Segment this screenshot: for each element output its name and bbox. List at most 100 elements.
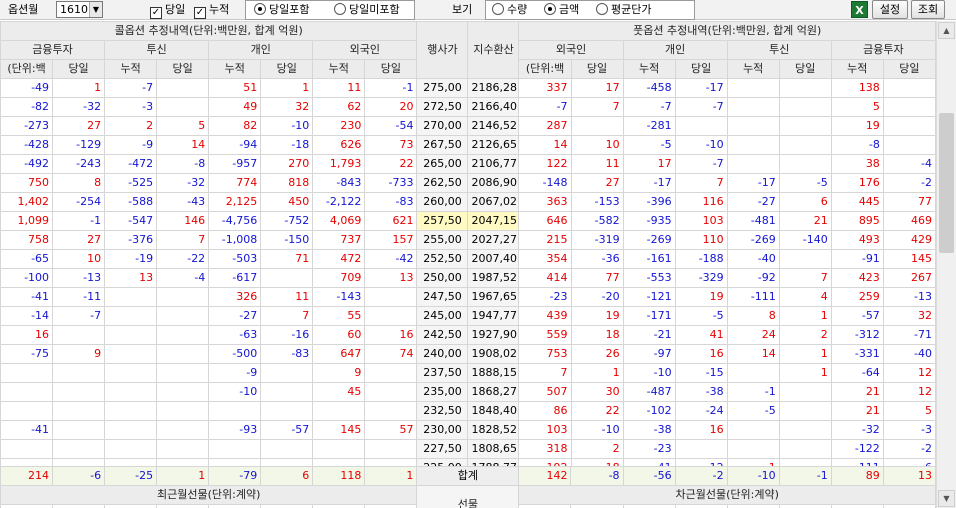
- table-row[interactable]: 232,50 1848,40 86 22 -102 -24 -5 21 5: [0, 401, 936, 421]
- put-subheader: 당일: [778, 59, 832, 79]
- put-cell: 18: [570, 458, 624, 466]
- query-button[interactable]: 조회: [911, 0, 945, 19]
- put-cell: 19: [570, 306, 624, 326]
- call-cell: 4,069: [312, 211, 366, 231]
- scroll-down-icon[interactable]: ▼: [938, 490, 955, 507]
- table-row[interactable]: -65 10 -19 -22 -503 71 472 -42 252,50 2007,40 354-…: [0, 249, 936, 269]
- put-cell: 646: [518, 211, 572, 231]
- call-subheader: 당일: [260, 59, 314, 79]
- put-cell: 21: [778, 211, 832, 231]
- call-cell: 818: [260, 173, 314, 193]
- total-put-cell: -56: [622, 466, 676, 486]
- table-row[interactable]: 225,001788,7719218-41-121 -111-6: [0, 458, 936, 466]
- call-cell: [104, 401, 158, 421]
- index-cell: 1987,52: [467, 268, 520, 288]
- put-cell: -10: [622, 363, 676, 383]
- summary-table: 214 -6 -25 1 -79 6 118 1 합계 142 -8 -56 -2 -10 -1 89 13 최근…: [0, 466, 936, 508]
- call-cell: [208, 458, 262, 466]
- put-cell: -27: [726, 192, 780, 212]
- call-cell: -57: [260, 420, 314, 440]
- radio-quantity-label: 수량: [507, 3, 528, 16]
- radio-amount[interactable]: 금액: [544, 2, 579, 18]
- put-cell: 1: [726, 458, 780, 466]
- day-checkbox[interactable]: ✓ 당일: [150, 2, 185, 19]
- put-cell: 19: [830, 116, 884, 136]
- call-cell: [52, 363, 106, 383]
- call-cell: 27: [52, 230, 106, 250]
- chevron-down-icon[interactable]: ▼: [89, 2, 102, 17]
- call-cell: [156, 363, 210, 383]
- table-row[interactable]: 227,50 1808,65 318 2 -23 -122 -2: [0, 439, 936, 459]
- table-row[interactable]: 1,402 -254 -588 -43 2,125 450 -2,122 -83 260,00 2…: [0, 192, 936, 212]
- call-cell: [156, 401, 210, 421]
- table-row[interactable]: -41 -11 326 11 -143 247,50 1967,65 -23 -20 -121 19…: [0, 287, 936, 307]
- call-cell: -428: [0, 135, 54, 155]
- table-row[interactable]: 750 8 -525 -32 774 818 -843 -733 262,50 2086,90 -1…: [0, 173, 936, 193]
- table-row[interactable]: 1,099 -1 -547 146 -4,756 -752 4,069 621 257,50 20…: [0, 211, 936, 231]
- table-row[interactable]: 758 27 -376 7 -1,008 -150 737 157 255,00 2027,27 2…: [0, 230, 936, 250]
- table-row[interactable]: -75 9 -500 -83 647 74 240,00 1908,02 753 26 -97 16 1…: [0, 344, 936, 364]
- call-cell: -588: [104, 192, 158, 212]
- call-subheader: 당일: [156, 59, 210, 79]
- table-row[interactable]: 16 -63 -16 60 16 242,50 1927,90 559 18 -21 41 24 2 -3…: [0, 325, 936, 345]
- table-row[interactable]: -9 9 237,50 1888,15 7 1 -10 -15 1 -64 12: [0, 363, 936, 383]
- call-cell: -54: [364, 116, 418, 136]
- radio-quantity[interactable]: 수량: [492, 2, 527, 18]
- table-row[interactable]: -41 -93 -57 145 57 230,00 1828,52 103 -10 -38 16 -3…: [0, 420, 936, 440]
- put-cell: [674, 439, 728, 459]
- put-cell: [882, 135, 936, 155]
- put-cell: -10: [570, 420, 624, 440]
- table-row[interactable]: -492 -243 -472 -8 -957 270 1,793 22 265,00 2106,7…: [0, 154, 936, 174]
- call-cell: 22: [364, 154, 418, 174]
- table-row[interactable]: -82 -32 -3 49 32 62 20 272,50 2166,40 -7 7 -7 -7 5: [0, 97, 936, 117]
- table-row[interactable]: -14 -7 -27 7 55 245,00 1947,77 439 19 -171 -5 8 1 -57…: [0, 306, 936, 326]
- put-cell: 103: [674, 211, 728, 231]
- put-cell: -269: [726, 230, 780, 250]
- put-cell: -13: [882, 287, 936, 307]
- call-cell: 1: [52, 78, 106, 98]
- call-cell: 51: [208, 78, 262, 98]
- call-cell: -14: [0, 306, 54, 326]
- call-cell: -752: [260, 211, 314, 231]
- call-cell: [156, 458, 210, 466]
- put-cell: -121: [622, 287, 676, 307]
- vertical-scrollbar[interactable]: ▲ ▼: [936, 21, 956, 508]
- table-row[interactable]: -49 1 -7 51 1 11 -1 275,00 2186,28 337 17 -458 -17 13…: [0, 78, 936, 98]
- call-cell: [52, 420, 106, 440]
- day-include-radio-group: 당일포함 당일미포함: [245, 0, 415, 20]
- put-cell: 337: [518, 78, 572, 98]
- table-row[interactable]: -428 -129 -9 14 -94 -18 626 73 267,50 2126,65 14 10…: [0, 135, 936, 155]
- settings-button[interactable]: 설정: [872, 0, 908, 19]
- put-cell: 21: [830, 382, 884, 402]
- put-cell: -64: [830, 363, 884, 383]
- put-cell: 493: [830, 230, 884, 250]
- call-cell: 1,402: [0, 192, 54, 212]
- put-cell: 1: [570, 363, 624, 383]
- total-put-cell: -8: [570, 466, 624, 486]
- strike-cell-24500: 245,00: [416, 306, 469, 326]
- radio-include-today[interactable]: 당일포함: [254, 2, 309, 18]
- call-cell: 10: [52, 249, 106, 269]
- summary-footer: 214 -6 -25 1 -79 6 118 1 합계 142 -8 -56 -2 -10 -1 89 13 최근…: [0, 466, 936, 508]
- call-subheader: (단위:백: [0, 59, 54, 79]
- call-cell: [364, 382, 418, 402]
- scroll-up-icon[interactable]: ▲: [938, 22, 955, 39]
- put-cell: 259: [830, 287, 884, 307]
- table-row[interactable]: -100 -13 13 -4 -617 709 13 250,00 1987,52 414 77 -5…: [0, 268, 936, 288]
- radio-exclude-today[interactable]: 당일미포함: [334, 2, 400, 18]
- excel-export-icon[interactable]: X: [851, 1, 868, 18]
- call-group-header: 투신: [104, 40, 210, 60]
- option-month-select[interactable]: 1610 ▼: [56, 1, 103, 18]
- index-cell: 2067,02: [467, 192, 520, 212]
- table-row[interactable]: -10 45 235,00 1868,27 507 30 -487 -38 -1 21 12: [0, 382, 936, 402]
- put-cell: 86: [518, 401, 572, 421]
- call-cell: -7: [52, 306, 106, 326]
- scroll-thumb[interactable]: [939, 113, 954, 253]
- cumulative-checkbox[interactable]: ✓ 누적: [194, 2, 229, 19]
- table-row[interactable]: -273 27 2 5 82 -10 230 -54 270,00 2146,52 287 -281 1…: [0, 116, 936, 136]
- call-cell: 2,125: [208, 192, 262, 212]
- put-cell: -38: [622, 420, 676, 440]
- radio-average-price[interactable]: 평균단가: [596, 2, 651, 18]
- call-cell: 7: [260, 306, 314, 326]
- strike-cell-23250: 232,50: [416, 401, 469, 421]
